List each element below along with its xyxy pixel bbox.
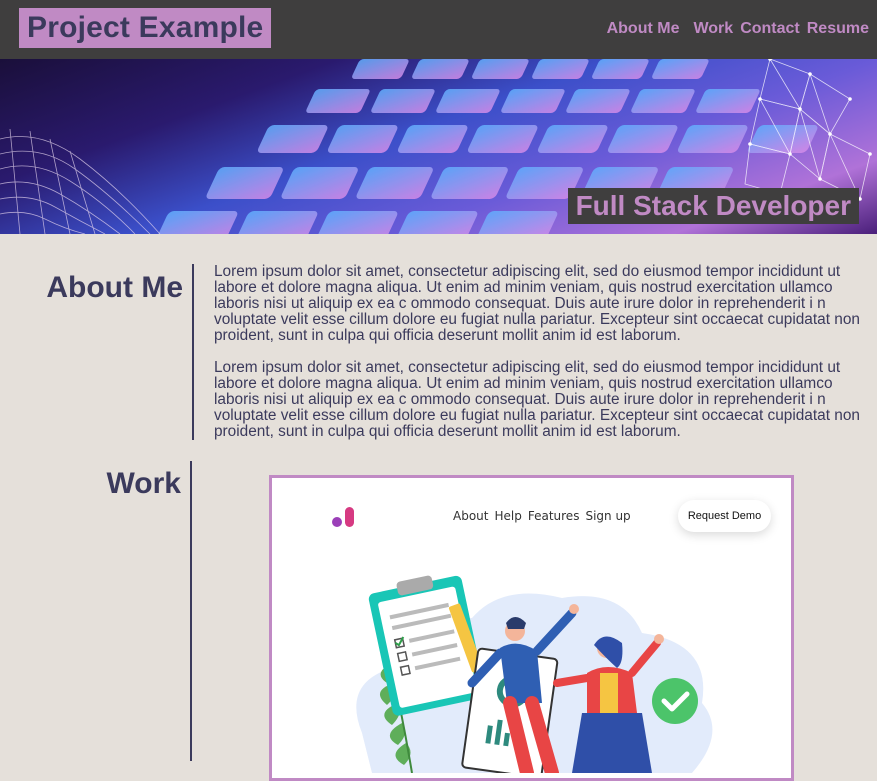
preview-nav-features: Features: [527, 509, 580, 523]
preview-nav-help: Help: [494, 509, 522, 523]
nav-about-me[interactable]: About Me: [607, 19, 680, 39]
preview-illustration: [356, 575, 713, 773]
about-paragraph-1: Lorem ipsum dolor sit amet, consectetur …: [214, 263, 860, 344]
preview-logo-icon: [332, 507, 354, 527]
preview-nav-about: About: [453, 509, 489, 523]
nav-contact[interactable]: Contact: [740, 19, 800, 39]
work-section-title: Work: [106, 467, 181, 500]
work-divider: [190, 461, 192, 761]
about-paragraph-2: Lorem ipsum dolor sit amet, consectetur …: [214, 359, 860, 440]
about-section-title: About Me: [46, 271, 183, 304]
hero-title: Full Stack Developer: [567, 188, 859, 224]
main-nav: About Me Work Contact Resume: [607, 19, 869, 39]
preview-request-demo-button: Request Demo: [678, 500, 771, 532]
nav-work[interactable]: Work: [693, 19, 733, 39]
preview-nav-sign-up: Sign up: [585, 509, 631, 523]
preview-nav: About Help Features Sign up: [453, 509, 631, 523]
about-divider: [192, 264, 194, 440]
work-project-card[interactable]: About Help Features Sign up Request Demo: [269, 475, 794, 781]
site-logo[interactable]: Project Example: [19, 8, 272, 48]
nav-resume[interactable]: Resume: [807, 19, 869, 39]
site-header: Project Example About Me Work Contact Re…: [0, 0, 877, 59]
hero-banner: Full Stack Developer: [0, 59, 877, 234]
